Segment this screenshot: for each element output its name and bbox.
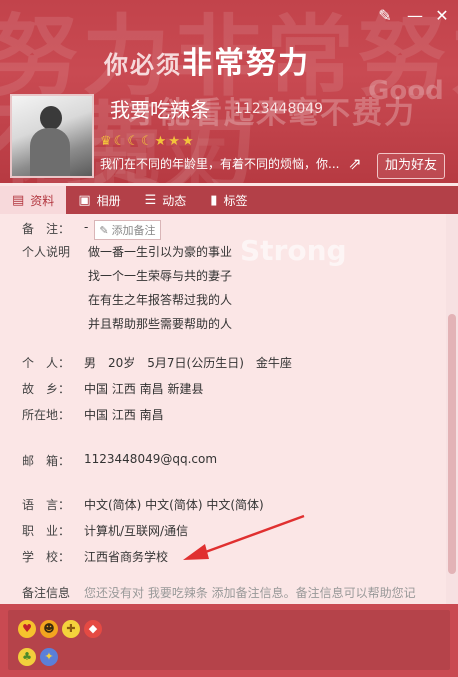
tab-label: 资料 — [30, 193, 55, 208]
tab-album[interactable]: ▣ 相册 — [66, 186, 132, 214]
add-remark-button[interactable]: ✎ 添加备注 — [94, 220, 161, 240]
moon-icon: ☾ — [113, 134, 126, 149]
tab-label: 动态 — [162, 193, 187, 208]
school-label: 学 校： — [22, 550, 71, 564]
qq-number: 1123448049 — [234, 101, 324, 117]
person-value: 男 20岁 5月7日(公历生日) 金牛座 — [84, 356, 292, 370]
photo-album-icon: ▣ — [78, 192, 91, 208]
watermark-text: Strong — [240, 234, 347, 267]
tab-label: 相册 — [96, 193, 121, 208]
job-label: 职 业： — [22, 524, 71, 538]
email-row: 邮 箱： 1123448049@qq.com — [22, 452, 217, 469]
note-value: 您还没有对 我要吃辣条 添加备注信息。备注信息可以帮助您记 — [84, 586, 416, 600]
minimize-icon[interactable]: — — [405, 6, 425, 26]
description-label: 个人说明 — [22, 245, 71, 259]
profile-header: 努力非常努力 不费力 看起来 你必须非常努力 才能看起来毫不费力 Good ✎ … — [0, 0, 458, 183]
location-value: 中国 江西 南昌 — [84, 408, 164, 422]
language-row: 语 言： 中文(简体) 中文(简体) 中文(简体) — [22, 496, 264, 513]
remark-row: 备 注： - ✎ 添加备注 — [22, 220, 161, 240]
level-icons[interactable]: ♛ ☾ ☾ ☾ ★ ★ ★ — [100, 132, 194, 152]
crown-icon: ♛ — [100, 134, 112, 149]
description-line: 在有生之年报答帮过我的人 — [88, 293, 233, 307]
tab-tags[interactable]: ▮ 标签 — [198, 186, 259, 214]
hometown-label: 故 乡： — [22, 382, 71, 396]
job-row: 职 业： 计算机/互联网/通信 — [22, 522, 188, 539]
badge-footer: ♥ ☻ ✚ ◆ ♣ ✦ — [0, 604, 458, 677]
description-line: 并且帮助那些需要帮助的人 — [88, 317, 233, 331]
slogan-emphasis: 非常努力 — [182, 46, 310, 81]
tab-profile[interactable]: ▤ 资料 — [0, 186, 67, 214]
remark-value: - — [84, 220, 89, 234]
scrollbar[interactable] — [446, 214, 458, 604]
note-row: 备注信息 您还没有对 我要吃辣条 添加备注信息。备注信息可以帮助您记 — [22, 584, 416, 601]
hometown-value: 中国 江西 南昌 新建县 — [84, 382, 204, 396]
skin-brush-icon[interactable]: ✎ — [375, 6, 395, 26]
star-icon: ★ — [181, 134, 194, 149]
edit-icon: ✎ — [99, 223, 109, 237]
profile-window: 努力非常努力 不费力 看起来 你必须非常努力 才能看起来毫不费力 Good ✎ … — [0, 0, 458, 677]
vip-badge-icon[interactable]: ♣ — [18, 648, 36, 666]
avatar[interactable] — [10, 94, 94, 178]
star-icon: ★ — [154, 134, 167, 149]
bookmark-icon: ▮ — [210, 192, 218, 208]
school-value: 江西省商务学校 — [84, 550, 169, 564]
location-row: 所在地： 中国 江西 南昌 — [22, 406, 164, 423]
tab-label: 标签 — [223, 193, 248, 208]
description-row: 个人说明 — [22, 243, 84, 260]
moon-icon: ☾ — [140, 134, 153, 149]
emoji-badge-icon[interactable]: ☻ — [40, 620, 58, 638]
tab-feed[interactable]: ☰ 动态 — [133, 186, 199, 214]
description-line: 做一番一生引以为豪的事业 — [88, 245, 233, 259]
share-icon[interactable]: ⇗ — [344, 154, 366, 176]
close-icon[interactable]: ✕ — [432, 6, 452, 26]
description-line: 找一个一生荣辱与共的妻子 — [88, 269, 233, 283]
slogan-prefix: 你必须 — [104, 51, 182, 79]
scrollbar-thumb[interactable] — [448, 314, 456, 574]
slogan-line-1: 你必须非常努力 — [104, 38, 310, 82]
profile-card-icon: ▤ — [12, 192, 25, 208]
person-row: 个 人： 男 20岁 5月7日(公历生日) 金牛座 — [22, 354, 292, 371]
gift-badge-icon[interactable]: ✚ — [62, 620, 80, 638]
badge-panel: ♥ ☻ ✚ ◆ ♣ ✦ — [8, 610, 450, 670]
nickname: 我要吃辣条 — [110, 98, 210, 122]
slogan-english: Good — [368, 76, 444, 106]
signature-text[interactable]: 我们在不同的年龄里，有着不同的烦恼，你... — [100, 155, 350, 175]
remark-label: 备 注： — [22, 222, 71, 236]
language-value: 中文(简体) 中文(简体) 中文(简体) — [84, 498, 264, 512]
moon-icon: ☾ — [127, 134, 139, 149]
add-friend-button[interactable]: 加为好友 — [377, 153, 445, 179]
game-badge-icon[interactable]: ✦ — [40, 648, 58, 666]
star-icon: ★ — [168, 134, 180, 149]
job-value: 计算机/互联网/通信 — [84, 524, 189, 538]
diamond-badge-icon[interactable]: ◆ — [84, 620, 102, 638]
feed-list-icon: ☰ — [144, 192, 157, 208]
hometown-row: 故 乡： 中国 江西 南昌 新建县 — [22, 380, 203, 397]
language-label: 语 言： — [22, 498, 71, 512]
heart-badge-icon[interactable]: ♥ — [18, 620, 36, 638]
location-label: 所在地： — [22, 408, 71, 422]
profile-details: Strong 备 注： - ✎ 添加备注 个人说明 做一番一生引以为豪的事业 找… — [0, 214, 446, 604]
note-label: 备注信息 — [22, 586, 71, 600]
email-label: 邮 箱： — [22, 454, 71, 468]
profile-tabs: ▤ 资料 ▣ 相册 ☰ 动态 ▮ 标签 — [0, 186, 458, 214]
email-value[interactable]: 1123448049@qq.com — [84, 452, 217, 469]
school-row: 学 校： 江西省商务学校 — [22, 548, 168, 565]
add-remark-label: 添加备注 — [111, 224, 156, 237]
person-label: 个 人： — [22, 356, 71, 370]
